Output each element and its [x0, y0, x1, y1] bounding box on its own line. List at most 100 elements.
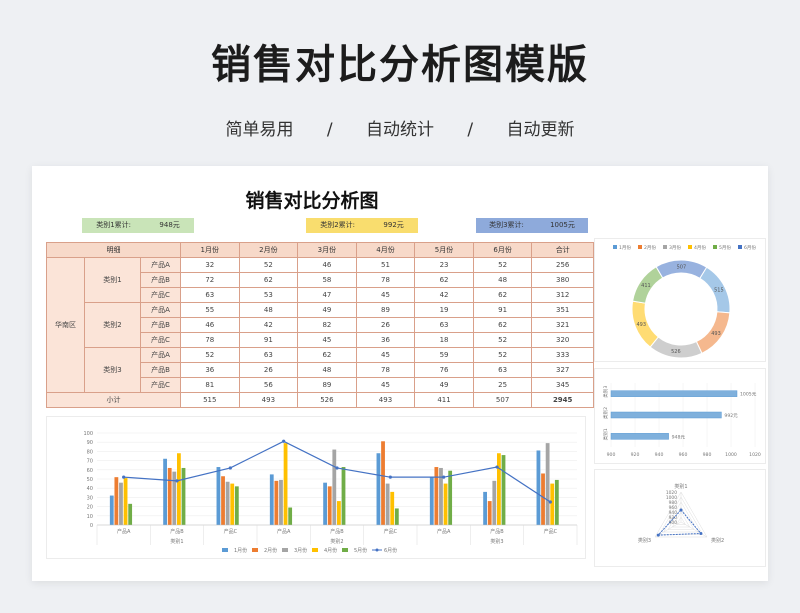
region-cell: 华南区: [46, 257, 85, 393]
bar-2月份: [381, 441, 385, 525]
legend-label: 5月份: [719, 244, 732, 251]
bar-4月份: [123, 478, 128, 525]
bar-2月份: [221, 476, 225, 525]
sheet-title: 销售对比分析图: [245, 190, 379, 212]
y-tick-label: 类别3: [602, 386, 609, 398]
line-point: [442, 475, 446, 479]
value-cell: 26: [238, 362, 299, 378]
table-row: 类别2 产品A 55 48 49 89 19 91 351: [47, 302, 594, 348]
bar-2月份: [434, 467, 439, 525]
chip-label: 类别2累计:: [320, 221, 356, 229]
bar-4月份: [230, 483, 235, 525]
bar-5月份: [554, 479, 559, 525]
category-cell: 类别1: [84, 257, 141, 303]
hbar: [610, 390, 738, 397]
line-point: [335, 466, 339, 470]
legend-label: 3月份: [294, 547, 307, 554]
value-cell: 72: [180, 272, 240, 288]
legend-swatch: [713, 245, 717, 249]
value-cell: 52: [472, 332, 533, 348]
total-cell: 321: [531, 317, 594, 333]
x-tick-label: 900: [607, 452, 616, 458]
y-tick-label: 30: [87, 495, 93, 501]
bar-1月份: [323, 482, 327, 525]
value-cell: 91: [238, 332, 299, 348]
subtotal-cell: 515: [180, 392, 240, 408]
bar-2月份: [541, 473, 545, 525]
value-cell: 78: [355, 362, 416, 378]
radar-chart-panel: 900 920 940 960 980 1000 1020 类别1 类别2 类别3: [594, 469, 766, 567]
table-header-row: 明细 1月份 2月份 3月份 4月份 5月份 6月份 合计: [46, 242, 594, 258]
legend-swatch: [282, 548, 288, 552]
value-cell: 52: [472, 347, 533, 363]
value-cell: 63: [414, 317, 474, 333]
total-cell: 327: [531, 362, 594, 378]
subtotal-label: 小计: [46, 392, 181, 408]
legend-label: 4月份: [324, 547, 337, 554]
value-cell: 45: [355, 377, 416, 393]
value-cell: 76: [414, 362, 474, 378]
value-cell: 58: [297, 272, 357, 288]
bar-1月份: [109, 495, 114, 525]
x-tick-label: 980: [703, 452, 712, 458]
bar-4月份: [177, 453, 181, 525]
line-point: [282, 439, 286, 443]
y-tick-label: 70: [87, 459, 93, 465]
line-point: [122, 475, 126, 479]
bar-2月份: [114, 477, 119, 525]
column-header: 1月份: [180, 242, 240, 258]
value-cell: 52: [180, 347, 240, 363]
value-cell: 53: [238, 287, 299, 303]
tag-separator: /: [467, 120, 474, 140]
value-cell: 23: [414, 257, 474, 273]
column-header: 6月份: [472, 242, 533, 258]
value-cell: 89: [355, 302, 416, 318]
x-tick-label: 产品B: [330, 528, 344, 535]
value-cell: 47: [297, 287, 357, 303]
legend-swatch: [613, 245, 617, 249]
value-cell: 52: [238, 257, 299, 273]
group-label: 类别2: [330, 538, 343, 545]
y-tick-label: 80: [87, 449, 93, 455]
feature-tag: 自动统计: [366, 120, 434, 140]
bar-1月份: [483, 491, 487, 525]
hbar: [610, 433, 669, 440]
subtotal-cell: 411: [414, 392, 474, 408]
sales-table: 明细 1月份 2月份 3月份 4月份 5月份 6月份 合计 华南区 类别1 产品A 3…: [46, 242, 594, 408]
value-cell: 36: [355, 332, 416, 348]
radar-point: [656, 533, 660, 537]
y-tick-label: 100: [83, 431, 93, 437]
column-header: 明细: [46, 242, 181, 258]
group-label: 类别3: [490, 538, 503, 545]
subtotal-cell: 2945: [531, 392, 594, 408]
value-cell: 89: [297, 377, 357, 393]
feature-tag: 简单易用: [225, 120, 294, 140]
radar-axis-label: 类别3: [638, 537, 651, 544]
value-cell: 62: [414, 272, 474, 288]
bar-4月份: [283, 443, 288, 525]
column-header: 合计: [531, 242, 594, 258]
bar-5月份: [234, 486, 239, 525]
radar-tick-label: 1020: [666, 490, 677, 496]
bar-5月份: [501, 455, 506, 525]
donut-chart-panel: 515 493 526 493 411 507 1月份 2月份 3月份 4月份 5月份 6月份: [594, 238, 766, 362]
product-cell: 产品C: [140, 332, 181, 348]
bar-5月份: [128, 503, 133, 525]
chip-label: 类别1累计:: [96, 221, 132, 229]
column-header: 2月份: [238, 242, 299, 258]
value-cell: 49: [297, 302, 357, 318]
x-tick-label: 1000: [725, 452, 737, 458]
value-cell: 45: [355, 347, 416, 363]
hbar-value-label: 992元: [724, 413, 738, 419]
value-cell: 63: [472, 362, 533, 378]
value-cell: 63: [238, 347, 299, 363]
total-cell: 320: [531, 332, 594, 348]
value-cell: 62: [297, 347, 357, 363]
legend-label: 4月份: [694, 244, 707, 251]
legend-label: 1月份: [234, 547, 247, 554]
hbar-value-label: 1005元: [740, 392, 757, 398]
legend-swatch: [312, 548, 318, 552]
value-cell: 63: [180, 287, 240, 303]
legend-label: 5月份: [354, 547, 367, 554]
x-tick-label: 产品C: [384, 528, 398, 535]
